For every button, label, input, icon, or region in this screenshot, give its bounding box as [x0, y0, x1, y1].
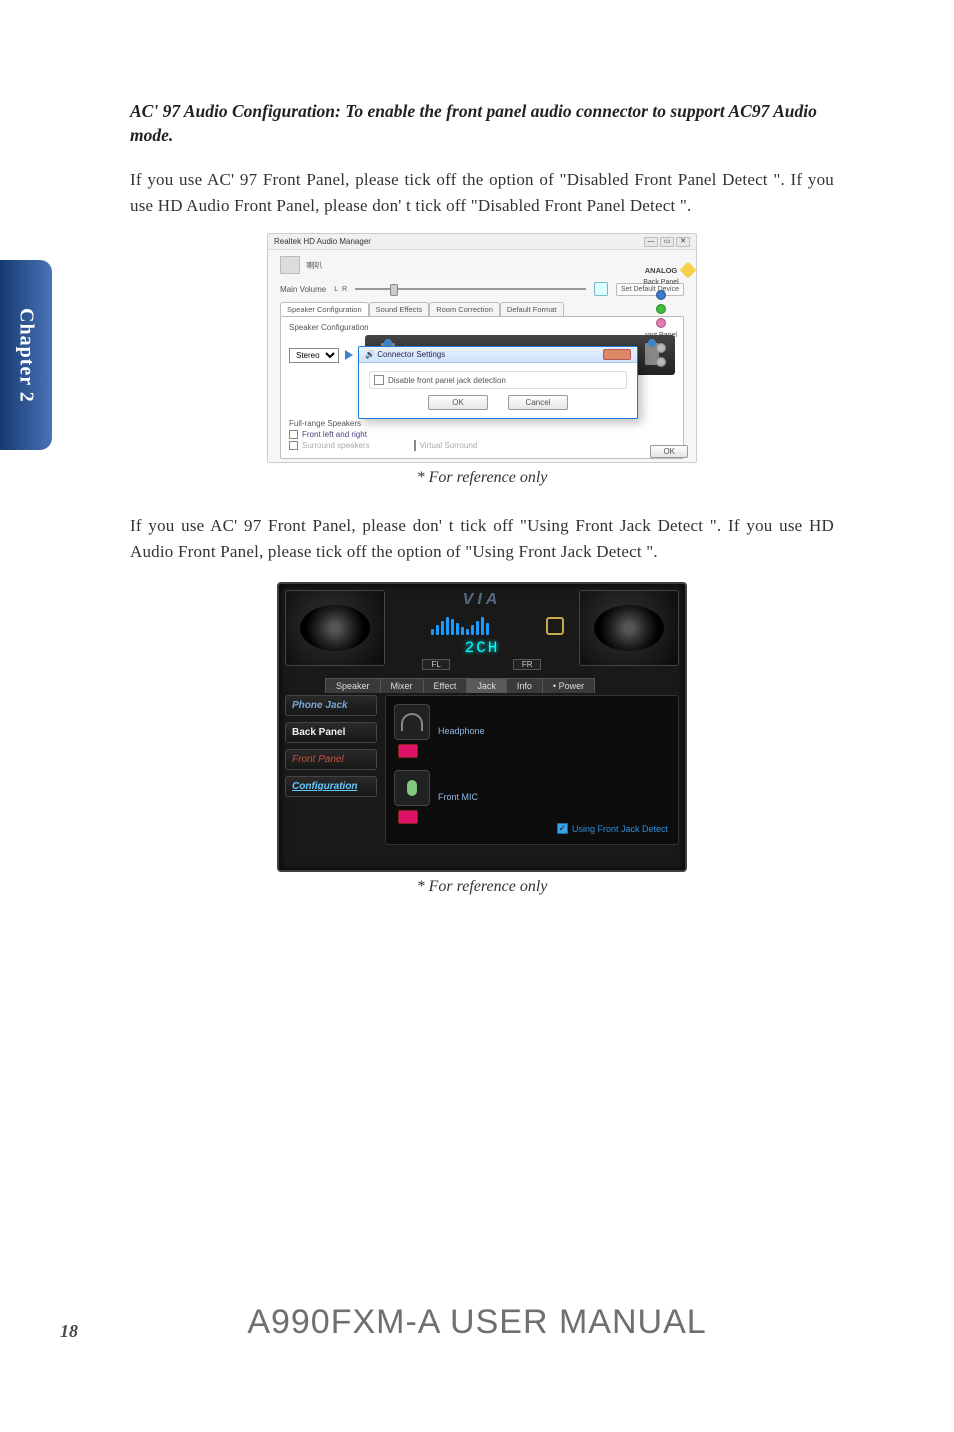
- figure-via-audio-panel: VIA 2CH FL: [277, 582, 687, 872]
- chapter-tab: Chapter 2: [0, 260, 52, 450]
- jack-grey-icon-2[interactable]: [656, 357, 666, 367]
- paragraph-2: If you use AC' 97 Front Panel, please do…: [130, 513, 834, 564]
- footer-title: A990FXM-A USER MANUAL: [0, 1303, 954, 1342]
- main-volume-slider[interactable]: [355, 288, 586, 290]
- using-front-jack-detect-label: Using Front Jack Detect: [572, 824, 668, 834]
- main-volume-label: Main Volume: [280, 285, 326, 294]
- tab-room-correction[interactable]: Room Correction: [429, 302, 500, 316]
- mode-indicator-icon[interactable]: [546, 617, 564, 635]
- jack-panel: ANALOG Back Panel ront Panel: [634, 266, 688, 371]
- figure2-caption: * For reference only: [130, 878, 834, 896]
- tab-mixer[interactable]: Mixer: [380, 678, 424, 693]
- tab-speaker[interactable]: Speaker: [325, 678, 381, 693]
- phone-jack-button[interactable]: Phone Jack: [285, 695, 377, 716]
- close-icon[interactable]: ✕: [676, 237, 690, 247]
- figure1-caption: * For reference only: [130, 469, 834, 487]
- figure-realtek-audio-manager: Realtek HD Audio Manager — ▭ ✕ 喇叭 Main V…: [267, 233, 697, 463]
- jack-green-icon[interactable]: [656, 304, 666, 314]
- checkbox-surround[interactable]: [289, 441, 298, 450]
- tab-jack[interactable]: Jack: [466, 678, 507, 693]
- right-speaker-icon: [579, 590, 679, 666]
- ok-button[interactable]: OK: [428, 395, 488, 410]
- headphone-label: Headphone: [438, 726, 485, 736]
- mic-jack-icon[interactable]: [398, 810, 418, 824]
- front-panel-button[interactable]: Front Panel: [285, 749, 377, 770]
- checkbox-front-lr[interactable]: [289, 430, 298, 439]
- front-mic-label: Front MIC: [438, 792, 478, 802]
- using-front-jack-detect-checkbox[interactable]: [557, 823, 568, 834]
- paragraph-1: If you use AC' 97 Front Panel, please ti…: [130, 167, 834, 218]
- back-panel-label: Back Panel: [634, 279, 688, 286]
- tab-effect[interactable]: Effect: [423, 678, 468, 693]
- disable-front-panel-jack-detection-label: Disable front panel jack detection: [388, 376, 506, 385]
- via-logo: VIA: [463, 591, 502, 609]
- maximize-icon[interactable]: ▭: [660, 237, 674, 247]
- headphone-jack-icon[interactable]: [398, 744, 418, 758]
- tab-default-format[interactable]: Default Format: [500, 302, 564, 316]
- back-panel-button[interactable]: Back Panel: [285, 722, 377, 743]
- tab-info[interactable]: Info: [506, 678, 543, 693]
- channel-display: 2CH: [465, 639, 500, 657]
- window-title: Realtek HD Audio Manager: [274, 237, 371, 246]
- speaker-device-label: 喇叭: [306, 260, 322, 271]
- connector-settings-dialog: 🔊 Connector Settings Disable front panel…: [358, 346, 638, 419]
- left-speaker-icon: [285, 590, 385, 666]
- jack-pink-icon[interactable]: [656, 318, 666, 328]
- analog-label: ANALOG: [634, 266, 688, 275]
- speaker-config-select[interactable]: Stereo: [289, 348, 339, 363]
- dialog-close-button[interactable]: [603, 349, 631, 360]
- tab-speaker-configuration[interactable]: Speaker Configuration: [280, 302, 369, 316]
- headphone-icon: [394, 704, 430, 740]
- vu-meter: [400, 613, 520, 635]
- speaker-small-icon: 🔊: [365, 350, 375, 359]
- front-panel-label: ront Panel: [634, 332, 688, 339]
- speaker-device-icon: [280, 256, 300, 274]
- chapter-tab-label: Chapter 2: [15, 308, 38, 403]
- mute-button[interactable]: [594, 282, 608, 296]
- dialog-title: Connector Settings: [377, 350, 445, 359]
- checkbox-virtual-surround[interactable]: [414, 440, 416, 451]
- mic-icon: [394, 770, 430, 806]
- window-titlebar: Realtek HD Audio Manager — ▭ ✕: [268, 234, 696, 250]
- page-number: 18: [60, 1321, 78, 1342]
- tab-power[interactable]: • Power: [542, 678, 595, 693]
- section-heading: AC' 97 Audio Configuration: To enable th…: [130, 100, 834, 147]
- disable-front-panel-jack-detection-checkbox[interactable]: [374, 375, 384, 385]
- jack-blue-icon[interactable]: [656, 290, 666, 300]
- minimize-icon[interactable]: —: [644, 237, 658, 247]
- window-ok-button[interactable]: OK: [650, 445, 688, 458]
- full-range-label: Full-range Speakers: [289, 419, 361, 428]
- play-icon[interactable]: [345, 350, 353, 360]
- fr-label: FR: [513, 659, 542, 670]
- fl-label: FL: [422, 659, 449, 670]
- speaker-config-label: Speaker Configuration: [289, 323, 675, 332]
- tab-sound-effects[interactable]: Sound Effects: [369, 302, 430, 316]
- jack-grey-icon[interactable]: [656, 343, 666, 353]
- cancel-button[interactable]: Cancel: [508, 395, 568, 410]
- configuration-button[interactable]: Configuration: [285, 776, 377, 797]
